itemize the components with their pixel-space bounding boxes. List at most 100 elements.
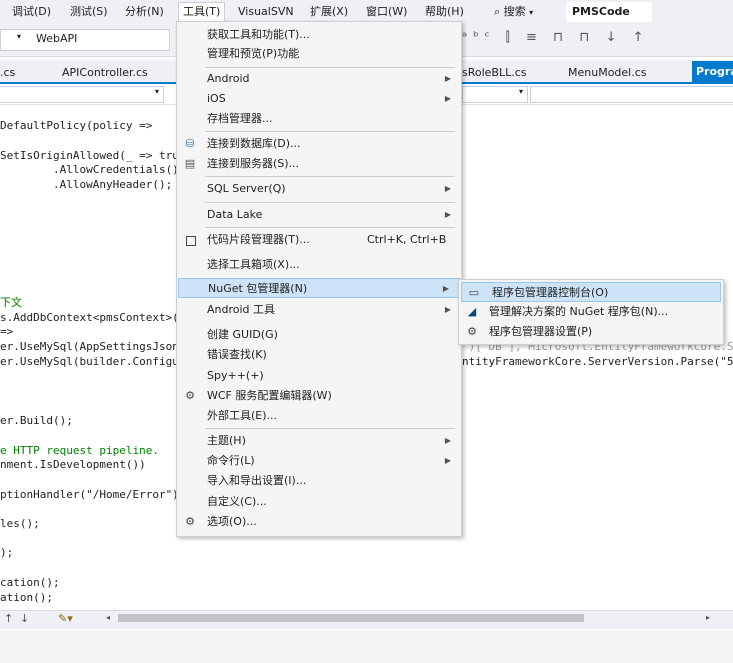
menu-extensions[interactable]: 扩展(X) (310, 3, 348, 21)
menu-separator (205, 176, 455, 177)
bookmark-nav-icon[interactable]: ⊓ (579, 30, 595, 45)
menu-item-get-tools[interactable]: 获取工具和功能(T)... (177, 25, 461, 45)
solution-name: PMSCode (566, 2, 652, 22)
code-line: cation(); (0, 576, 60, 589)
scroll-right-icon[interactable]: ▸ (706, 613, 710, 622)
code-line: er.Build(); (0, 414, 73, 427)
tab-program[interactable]: Progra (692, 61, 733, 82)
code-line: SetIsOriginAllowed(_ => tru (0, 149, 179, 162)
tab-rolebll[interactable]: sRoleBLL.cs (462, 66, 527, 79)
wcf-gear-icon: ⚙ (185, 389, 195, 402)
server-connect-icon: ▤ (184, 157, 196, 170)
menu-item-android-tools[interactable]: Android 工具 ▶ (177, 300, 461, 320)
submenu-arrow-icon: ▶ (442, 284, 449, 293)
arrow-down-icon[interactable]: ↓ (20, 612, 29, 625)
search-box[interactable]: ⌕ 搜索 ▾ (488, 2, 533, 22)
menu-item-data-lake[interactable]: Data Lake ▶ (177, 205, 461, 225)
code-line: .AllowAnyHeader(); (0, 178, 173, 191)
menu-item-customize[interactable]: 自定义(C)... (177, 492, 461, 512)
menu-item-archive-manager[interactable]: 存档管理器... (177, 109, 461, 129)
menu-separator (205, 67, 455, 68)
code-line: er.UseMySql(AppSettingsJson (0, 340, 179, 353)
search-icon: ⌕ (494, 5, 501, 18)
menu-item-package-manager-console[interactable]: ▭ 程序包管理器控制台(O) (461, 282, 721, 302)
align-icon[interactable]: ⫿ (506, 30, 516, 45)
menu-item-spy[interactable]: Spy++(+) (177, 366, 461, 386)
menu-item-choose-toolbox[interactable]: 选择工具箱项(X)... (177, 255, 461, 275)
horizontal-scrollbar-thumb[interactable] (118, 614, 584, 622)
menu-item-snippet-manager[interactable]: 代码片段管理器(T)... Ctrl+K, Ctrl+B (177, 230, 461, 250)
submenu-arrow-icon: ▶ (444, 94, 451, 103)
submenu-arrow-icon: ▶ (444, 305, 451, 314)
menu-item-sql-server[interactable]: SQL Server(Q) ▶ (177, 179, 461, 199)
menu-item-options[interactable]: ⚙ 选项(O)... (177, 512, 461, 532)
arrow-down-icon[interactable]: ↓ (606, 30, 623, 45)
nav-dropdown-middle[interactable]: ▾ (462, 86, 528, 103)
options-gear-icon: ⚙ (185, 515, 195, 528)
submenu-arrow-icon: ▶ (444, 436, 451, 445)
code-line: s.AddDbContext<pmsContext>( (0, 311, 179, 324)
code-line: DefaultPolicy(policy => (0, 119, 153, 132)
nuget-icon: ◢ (467, 305, 477, 318)
database-connect-icon: ⛁ (185, 137, 195, 150)
submenu-arrow-icon: ▶ (444, 74, 451, 83)
menu-item-command-line[interactable]: 命令行(L) ▶ (177, 451, 461, 471)
nav-dropdown-left[interactable]: ▾ (0, 86, 164, 103)
spell-check-icon[interactable]: ᵃᵇᶜ (462, 30, 495, 45)
menu-tools[interactable]: 工具(T) (178, 2, 226, 23)
menu-item-ios[interactable]: iOS ▶ (177, 89, 461, 109)
menu-item-manage-preview[interactable]: 管理和预览(P)功能 (177, 44, 461, 64)
bookmark-icon[interactable]: ⊓ (553, 30, 569, 45)
menu-separator (205, 227, 455, 228)
menu-help[interactable]: 帮助(H) (425, 3, 464, 21)
project-combo[interactable]: ▾ WebAPI (0, 29, 170, 51)
menu-item-android[interactable]: Android ▶ (177, 69, 461, 89)
code-line: er.UseMySql(builder.Configur (0, 355, 186, 368)
code-line: .AllowCredentials() (0, 163, 179, 176)
nav-dropdown-right[interactable] (530, 86, 733, 103)
nuget-submenu: ▭ 程序包管理器控制台(O) ◢ 管理解决方案的 NuGet 程序包(N)... ⚙… (458, 279, 724, 345)
menu-item-manage-nuget-packages[interactable]: ◢ 管理解决方案的 NuGet 程序包(N)... (459, 302, 723, 322)
menu-item-error-lookup[interactable]: 错误查找(K) (177, 345, 461, 365)
tab-cs[interactable]: .cs (0, 66, 15, 79)
console-icon: ▭ (468, 286, 480, 299)
scroll-left-icon[interactable]: ◂ (106, 613, 110, 622)
menu-item-connect-server[interactable]: ▤ 连接到服务器(S)... (177, 154, 461, 174)
menu-item-import-export[interactable]: 导入和导出设置(I)... (177, 471, 461, 491)
code-line: => (0, 325, 14, 338)
menu-separator (205, 428, 455, 429)
cleanup-brush-icon[interactable]: ✎▾ (58, 612, 73, 625)
code-line: ); (0, 546, 14, 559)
menu-test[interactable]: 测试(S) (70, 3, 108, 21)
code-line: ptionHandler("/Home/Error") (0, 488, 179, 501)
toolbar-icons[interactable]: ᵃᵇᶜ ⫿ ≡ ⊓ ⊓ ↓ ↑ (462, 30, 732, 50)
tab-apicontroller[interactable]: APIController.cs (62, 66, 148, 79)
submenu-arrow-icon: ▶ (444, 456, 451, 465)
chevron-down-icon: ▾ (529, 8, 534, 17)
menu-item-nuget[interactable]: NuGet 包管理器(N) ▶ (178, 278, 460, 298)
indent-icon[interactable]: ≡ (526, 30, 543, 45)
submenu-arrow-icon: ▶ (444, 210, 451, 219)
arrow-up-icon[interactable]: ↑ (4, 612, 13, 625)
chevron-down-icon: ▾ (17, 32, 22, 41)
menu-item-create-guid[interactable]: 创建 GUID(G) (177, 325, 461, 345)
menu-debug[interactable]: 调试(D) (12, 3, 51, 21)
chevron-down-icon: ▾ (154, 87, 159, 96)
menu-item-connect-database[interactable]: ⛁ 连接到数据库(D)... (177, 134, 461, 154)
code-line: ation(); (0, 591, 53, 604)
search-label: 搜索 (503, 5, 526, 18)
menu-analyze[interactable]: 分析(N) (125, 3, 164, 21)
menu-item-package-manager-settings[interactable]: ⚙ 程序包管理器设置(P) (459, 322, 723, 342)
submenu-arrow-icon: ▶ (444, 184, 451, 193)
arrow-up-icon[interactable]: ↑ (633, 30, 650, 45)
project-combo-value: WebAPI (36, 32, 78, 45)
code-line-continuation: ntityFrameworkCore.ServerVersion.Parse("… (462, 355, 733, 368)
menu-item-wcf-editor[interactable]: ⚙ WCF 服务配置编辑器(W) (177, 386, 461, 406)
tab-menumodel[interactable]: MenuModel.cs (568, 66, 647, 79)
menu-item-external-tools[interactable]: 外部工具(E)... (177, 406, 461, 426)
menu-item-theme[interactable]: 主题(H) ▶ (177, 431, 461, 451)
menu-separator (205, 202, 455, 203)
settings-gear-icon: ⚙ (467, 325, 477, 338)
menu-window[interactable]: 窗口(W) (366, 3, 407, 21)
menu-visualsvn[interactable]: VisualSVN (238, 3, 294, 21)
